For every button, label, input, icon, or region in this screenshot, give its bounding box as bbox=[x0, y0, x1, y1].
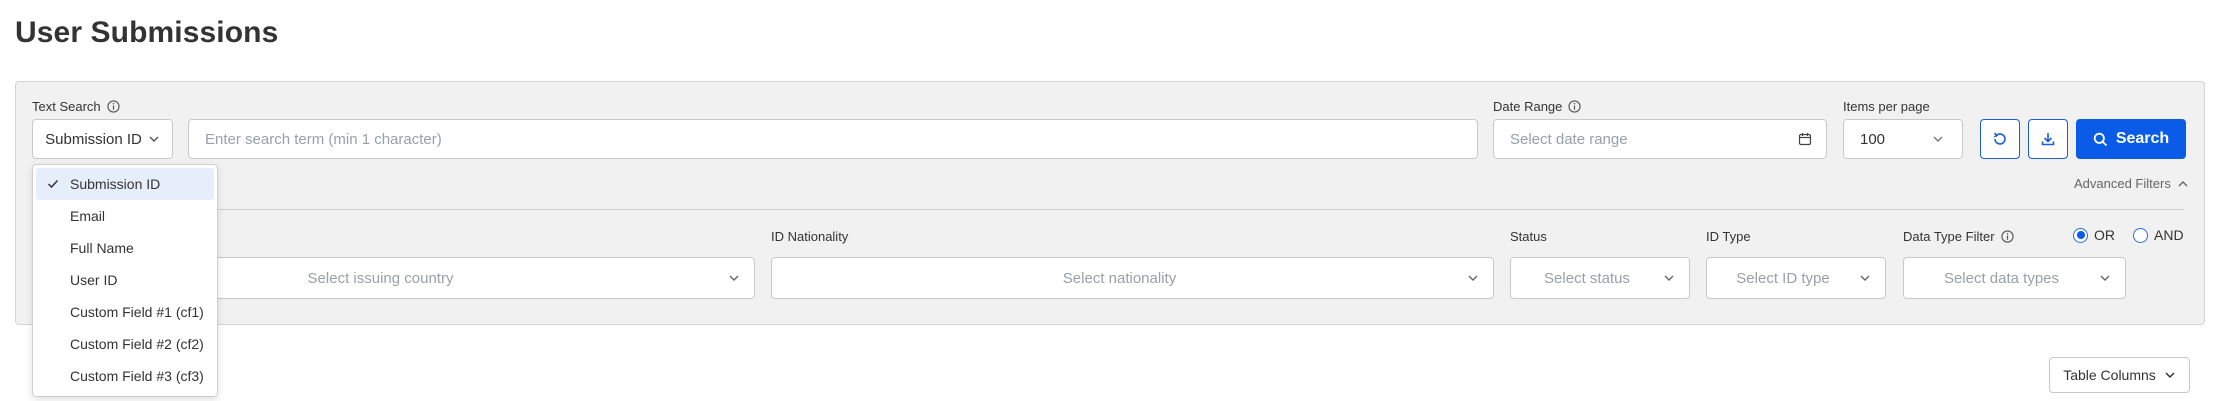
status-placeholder: Select status bbox=[1544, 269, 1630, 287]
chevron-down-icon bbox=[2165, 372, 2175, 379]
items-per-page-label: Items per page bbox=[1843, 99, 1930, 114]
radio-or[interactable]: OR bbox=[2073, 227, 2115, 243]
data-types-select[interactable]: Select data types bbox=[1903, 257, 2126, 299]
refresh-icon bbox=[1993, 132, 2006, 145]
dropdown-option-label: Submission ID bbox=[70, 176, 161, 192]
chevron-down-icon bbox=[1664, 275, 1674, 281]
items-per-page-select[interactable]: 100 bbox=[1843, 119, 1963, 159]
data-type-filter-label: Data Type Filter bbox=[1903, 229, 2014, 244]
date-range-label: Date Range bbox=[1493, 99, 1582, 114]
search-icon bbox=[2093, 132, 2107, 146]
dropdown-option-custom-field-3[interactable]: Custom Field #3 (cf3) bbox=[36, 360, 214, 392]
info-icon bbox=[2000, 230, 2014, 243]
info-icon bbox=[1568, 100, 1582, 113]
table-columns-label: Table Columns bbox=[2063, 367, 2156, 383]
date-range-placeholder: Select date range bbox=[1510, 130, 1628, 148]
id-type-label-text: ID Type bbox=[1706, 229, 1751, 244]
advanced-filters-toggle[interactable]: Advanced Filters bbox=[2074, 176, 2189, 191]
page-title: User Submissions bbox=[15, 16, 279, 49]
download-button[interactable] bbox=[2028, 119, 2068, 159]
chevron-down-icon bbox=[2100, 275, 2110, 281]
check-icon bbox=[47, 179, 59, 189]
date-range-label-text: Date Range bbox=[1493, 99, 1563, 114]
date-range-picker[interactable]: Select date range bbox=[1493, 119, 1827, 159]
dropdown-option-user-id[interactable]: User ID bbox=[36, 264, 214, 296]
id-type-select[interactable]: Select ID type bbox=[1706, 257, 1886, 299]
dropdown-option-label: Full Name bbox=[70, 240, 134, 256]
dropdown-option-full-name[interactable]: Full Name bbox=[36, 232, 214, 264]
radio-and-circle[interactable] bbox=[2133, 227, 2148, 243]
info-icon bbox=[107, 100, 120, 113]
dropdown-option-custom-field-1[interactable]: Custom Field #1 (cf1) bbox=[36, 296, 214, 328]
radio-and-label: AND bbox=[2154, 227, 2184, 243]
advanced-filters-label: Advanced Filters bbox=[2074, 176, 2171, 191]
chevron-down-icon bbox=[1933, 136, 1943, 142]
text-search-label-text: Text Search bbox=[32, 99, 101, 114]
items-per-page-value: 100 bbox=[1860, 130, 1886, 148]
search-type-dropdown: Submission ID Email Full Name User ID Cu… bbox=[32, 164, 218, 397]
radio-and[interactable]: AND bbox=[2133, 227, 2184, 243]
search-button-label: Search bbox=[2115, 130, 2170, 147]
dropdown-option-custom-field-2[interactable]: Custom Field #2 (cf2) bbox=[36, 328, 214, 360]
chevron-down-icon bbox=[149, 136, 159, 142]
chevron-down-icon bbox=[1860, 275, 1870, 281]
dropdown-option-submission-id[interactable]: Submission ID bbox=[36, 168, 214, 200]
search-input[interactable]: Enter search term (min 1 character) bbox=[188, 119, 1478, 159]
status-label: Status bbox=[1510, 229, 1547, 244]
table-columns-button[interactable]: Table Columns bbox=[2049, 357, 2190, 393]
status-select[interactable]: Select status bbox=[1510, 257, 1690, 299]
dropdown-option-label: Custom Field #2 (cf2) bbox=[70, 336, 204, 352]
calendar-icon bbox=[1798, 133, 1812, 146]
id-type-label: ID Type bbox=[1706, 229, 1751, 244]
chevron-up-icon bbox=[2178, 180, 2188, 186]
logic-radio-group: OR AND bbox=[2073, 227, 2194, 243]
dropdown-option-email[interactable]: Email bbox=[36, 200, 214, 232]
refresh-button[interactable] bbox=[1980, 119, 2020, 159]
dropdown-option-label: User ID bbox=[70, 272, 118, 288]
text-search-label: Text Search bbox=[32, 99, 120, 114]
items-per-page-label-text: Items per page bbox=[1843, 99, 1930, 114]
search-button[interactable]: Search bbox=[2076, 119, 2186, 159]
chevron-down-icon bbox=[729, 275, 739, 281]
radio-or-circle[interactable] bbox=[2073, 227, 2088, 243]
id-nationality-label: ID Nationality bbox=[771, 229, 848, 244]
dropdown-option-label: Custom Field #3 (cf3) bbox=[70, 368, 204, 384]
radio-or-label: OR bbox=[2094, 227, 2115, 243]
id-nationality-label-text: ID Nationality bbox=[771, 229, 849, 244]
dropdown-option-label: Email bbox=[70, 208, 106, 224]
divider bbox=[32, 209, 2184, 210]
nationality-select[interactable]: Select nationality bbox=[771, 257, 1494, 299]
data-type-filter-label-text: Data Type Filter bbox=[1903, 229, 1995, 244]
dropdown-option-label: Custom Field #1 (cf1) bbox=[70, 304, 204, 320]
search-input-placeholder: Enter search term (min 1 character) bbox=[205, 130, 442, 148]
chevron-down-icon bbox=[1468, 275, 1478, 281]
data-types-placeholder: Select data types bbox=[1943, 269, 2060, 287]
search-type-select[interactable]: Submission ID bbox=[32, 119, 173, 159]
download-icon bbox=[2041, 133, 2055, 146]
status-label-text: Status bbox=[1510, 229, 1547, 244]
search-type-value: Submission ID bbox=[45, 130, 142, 148]
id-type-placeholder: Select ID type bbox=[1736, 269, 1830, 287]
nationality-placeholder: Select nationality bbox=[1062, 269, 1177, 287]
